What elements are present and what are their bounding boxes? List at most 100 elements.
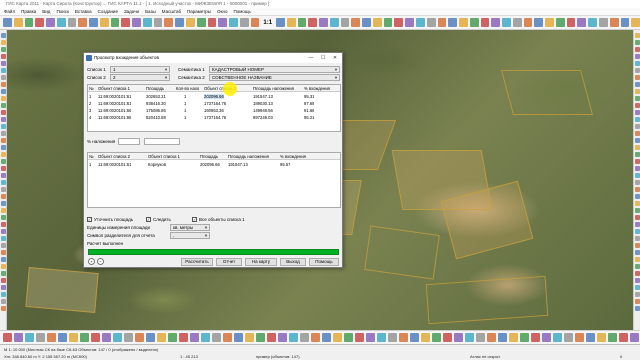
select-icon[interactable] [1,124,6,129]
column-header[interactable]: Площадь наложения [228,154,269,159]
save-icon[interactable] [1,47,6,52]
layers-icon[interactable] [1,229,6,234]
zoom-icon[interactable] [1,138,6,143]
open-icon[interactable] [372,18,382,27]
calculate-button[interactable]: Рассчитать [181,258,213,266]
delete-icon[interactable] [635,215,640,220]
units-select[interactable]: кв. метры ▼ [170,224,210,231]
pan-icon[interactable] [1,131,6,136]
layers-icon[interactable] [635,54,640,59]
pan-icon[interactable] [124,333,133,342]
table-row[interactable]: 1 11:69:0020101:61 Корнуков 202096.66 191547… [88,161,340,168]
column-header[interactable]: % вхождения [304,86,330,91]
new-file-icon[interactable] [534,18,544,27]
select-icon[interactable] [377,333,386,342]
select-icon[interactable] [56,18,66,27]
zoom-icon[interactable] [523,18,533,27]
layers-icon[interactable] [14,333,23,342]
select-icon[interactable] [502,18,511,27]
semantic1-select[interactable]: КАДАСТРОВЫЙ НОМЕР ▼ [209,66,340,73]
new-file-icon[interactable] [498,333,507,342]
parcel-outline[interactable] [364,225,440,280]
select-icon[interactable] [1,236,6,241]
column-header[interactable]: Площадь наложения [253,86,294,91]
delete-icon[interactable] [394,18,404,27]
select-icon[interactable] [416,18,425,27]
menu-item[interactable]: Помощь [234,9,251,14]
select-icon[interactable] [635,285,640,290]
delete-icon[interactable] [635,271,640,276]
save-icon[interactable] [196,18,206,27]
open-icon[interactable] [635,145,640,150]
overlay-percent-input[interactable] [118,138,140,145]
zoom-icon[interactable] [78,18,88,27]
save-icon[interactable] [635,152,640,157]
column-header[interactable]: Площадь [146,86,164,91]
overlap-table-secondary[interactable]: № Объект списка 2 Объект списка 1 Площад… [87,152,341,208]
open-icon[interactable] [1,96,6,101]
select-icon[interactable] [25,333,34,342]
new-file-icon[interactable] [1,145,6,150]
open-icon[interactable] [286,18,296,27]
menu-item[interactable]: Правка [21,9,36,14]
column-header[interactable]: % вхождения [280,154,306,159]
menu-item[interactable]: Поиск [56,9,68,14]
zoom-icon[interactable] [47,333,56,342]
object-overlap-dialog[interactable]: Просмотр вхождения объектов — ☐ ✕ Список… [83,52,343,268]
layers-icon[interactable] [1,285,6,290]
layers-icon[interactable] [366,333,375,342]
save-icon[interactable] [635,208,640,213]
select-icon[interactable] [289,333,298,342]
save-icon[interactable] [432,333,441,342]
open-icon[interactable] [509,333,518,342]
zoom-icon[interactable] [437,18,447,27]
new-file-icon[interactable] [1,201,6,206]
zoom-icon[interactable] [311,333,320,342]
layers-icon[interactable] [635,166,640,171]
open-icon[interactable] [1,40,6,45]
calc-area-checkbox[interactable]: ✓ [87,217,92,222]
save-icon[interactable] [635,40,640,45]
layers-icon[interactable] [491,18,501,27]
new-file-icon[interactable] [448,18,458,27]
parcel-outline[interactable] [425,275,549,325]
table-row[interactable]: 4 11:69:0020101:68 820410.88 1 1737164.76 897… [88,114,340,121]
zoom-icon[interactable] [487,333,496,342]
layers-icon[interactable] [542,333,551,342]
new-file-icon[interactable] [586,333,595,342]
select-icon[interactable] [553,333,562,342]
new-file-icon[interactable] [1,257,6,262]
new-file-icon[interactable] [234,333,243,342]
save-icon[interactable] [1,271,6,276]
save-icon[interactable] [1,159,6,164]
save-icon[interactable] [110,18,120,27]
menu-item[interactable]: Окно [217,9,227,14]
save-icon[interactable] [256,333,265,342]
new-file-icon[interactable] [58,333,67,342]
new-file-icon[interactable] [146,333,155,342]
layers-icon[interactable] [405,18,414,27]
pan-icon[interactable] [599,18,608,27]
delete-icon[interactable] [1,110,6,115]
delete-icon[interactable] [1,222,6,227]
pan-icon[interactable] [36,333,45,342]
table-row[interactable]: 1 11:69:0020101:61 202653.21 1 202096.66 1915… [88,93,340,100]
new-file-icon[interactable] [635,82,640,87]
delete-icon[interactable] [308,18,318,27]
pan-icon[interactable] [153,18,163,27]
layers-icon[interactable] [1,61,6,66]
open-icon[interactable] [635,201,640,206]
new-file-icon[interactable] [1,33,6,38]
zoom-icon[interactable] [1,194,6,199]
new-file-icon[interactable] [276,18,285,27]
zoom-icon[interactable] [250,18,260,27]
menu-item[interactable]: Масштаб [162,9,181,14]
layers-icon[interactable] [577,18,587,27]
column-header[interactable]: Объект списка 1 [98,86,130,91]
layers-icon[interactable] [102,333,111,342]
menu-item[interactable]: Параметры [187,9,211,14]
save-icon[interactable] [635,96,640,101]
menu-item[interactable]: Вид [42,9,50,14]
pan-icon[interactable] [239,18,249,27]
new-file-icon[interactable] [89,18,98,27]
